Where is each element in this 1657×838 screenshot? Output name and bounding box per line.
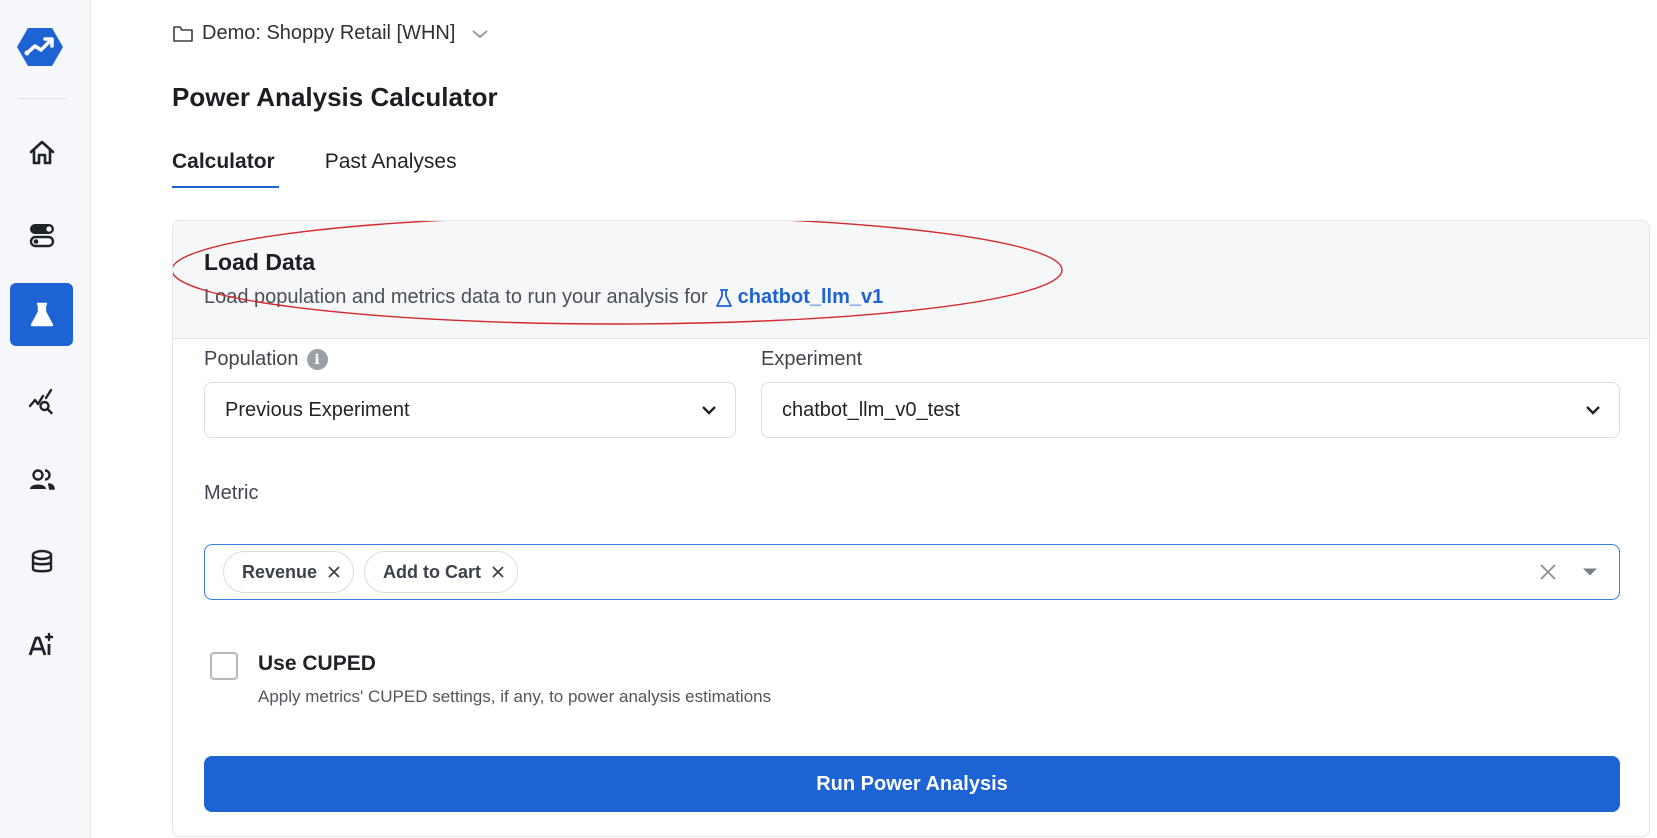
metric-chip-label: Add to Cart xyxy=(383,561,482,582)
run-power-analysis-button[interactable]: Run Power Analysis xyxy=(204,756,1620,812)
experiment-label-text: Experiment xyxy=(761,348,863,370)
population-select[interactable]: Previous Experiment xyxy=(204,382,736,438)
metric-label-text: Metric xyxy=(204,482,259,504)
metric-chip: Revenue xyxy=(223,551,355,593)
load-data-subtitle-text: Load population and metrics data to run … xyxy=(204,286,708,308)
clear-all-icon[interactable] xyxy=(1539,563,1557,581)
sidebar-item-feature-flags[interactable] xyxy=(10,203,73,266)
remove-chip-icon[interactable] xyxy=(491,565,505,579)
load-data-header: Load Data Load population and metrics da… xyxy=(173,221,1649,339)
chevron-down-icon xyxy=(1586,406,1600,415)
experiment-label: Experiment xyxy=(761,348,862,371)
sidebar-item-ai[interactable] xyxy=(10,613,73,676)
population-select-value: Previous Experiment xyxy=(225,398,410,421)
metric-multiselect[interactable]: Revenue Add to Cart xyxy=(204,544,1620,600)
sidebar-item-experiments[interactable] xyxy=(10,283,73,346)
flask-icon xyxy=(715,288,732,307)
info-icon[interactable]: i xyxy=(306,349,328,370)
home-icon xyxy=(29,140,54,164)
sidebar-item-users[interactable] xyxy=(10,448,73,511)
database-icon xyxy=(31,549,52,572)
main-content: Demo: Shoppy Retail [WHN] Power Analysis… xyxy=(91,0,1657,838)
chevron-down-icon xyxy=(472,29,489,38)
use-cuped-description: Apply metrics' CUPED settings, if any, t… xyxy=(258,687,772,706)
remove-chip-icon[interactable] xyxy=(327,565,341,579)
sidebar xyxy=(0,0,91,838)
population-label-text: Population xyxy=(204,348,299,370)
sidebar-item-home[interactable] xyxy=(10,121,73,184)
population-label: Population i xyxy=(204,348,328,371)
sidebar-item-analytics[interactable] xyxy=(10,369,73,432)
chevron-down-icon xyxy=(702,406,716,415)
metric-chip-label: Revenue xyxy=(242,561,318,582)
sidebar-item-data[interactable] xyxy=(10,530,73,593)
tab-past-analyses[interactable]: Past Analyses xyxy=(325,150,457,188)
workspace-selector[interactable]: Demo: Shoppy Retail [WHN] xyxy=(172,22,489,45)
toggle-icon xyxy=(29,223,54,247)
workspace-name: Demo: Shoppy Retail [WHN] xyxy=(202,22,456,44)
load-data-subtitle: Load population and metrics data to run … xyxy=(204,286,1649,309)
tab-bar: Calculator Past Analyses xyxy=(172,150,457,188)
experiment-select-value: chatbot_llm_v0_test xyxy=(782,398,960,421)
use-cuped-label[interactable]: Use CUPED xyxy=(258,652,376,676)
load-data-title: Load Data xyxy=(204,249,316,275)
page-title: Power Analysis Calculator xyxy=(172,82,498,112)
tab-calculator[interactable]: Calculator xyxy=(172,150,279,188)
experiment-link-label: chatbot_llm_v1 xyxy=(737,286,884,308)
experiment-link[interactable]: chatbot_llm_v1 xyxy=(714,286,884,309)
caret-down-icon[interactable] xyxy=(1583,568,1597,576)
experiment-select[interactable]: chatbot_llm_v0_test xyxy=(761,382,1620,438)
metric-label: Metric xyxy=(204,482,258,505)
ai-sparkle-icon xyxy=(28,632,53,655)
users-icon xyxy=(29,468,55,490)
trend-hexagon-logo-icon[interactable] xyxy=(16,26,64,68)
chart-search-icon xyxy=(28,388,53,414)
metric-chip: Add to Cart xyxy=(364,551,519,593)
use-cuped-checkbox[interactable] xyxy=(210,652,238,680)
flask-icon xyxy=(30,302,53,326)
sidebar-divider xyxy=(17,98,65,99)
folder-icon xyxy=(173,25,193,42)
load-data-card: Load Data Load population and metrics da… xyxy=(172,220,1650,837)
